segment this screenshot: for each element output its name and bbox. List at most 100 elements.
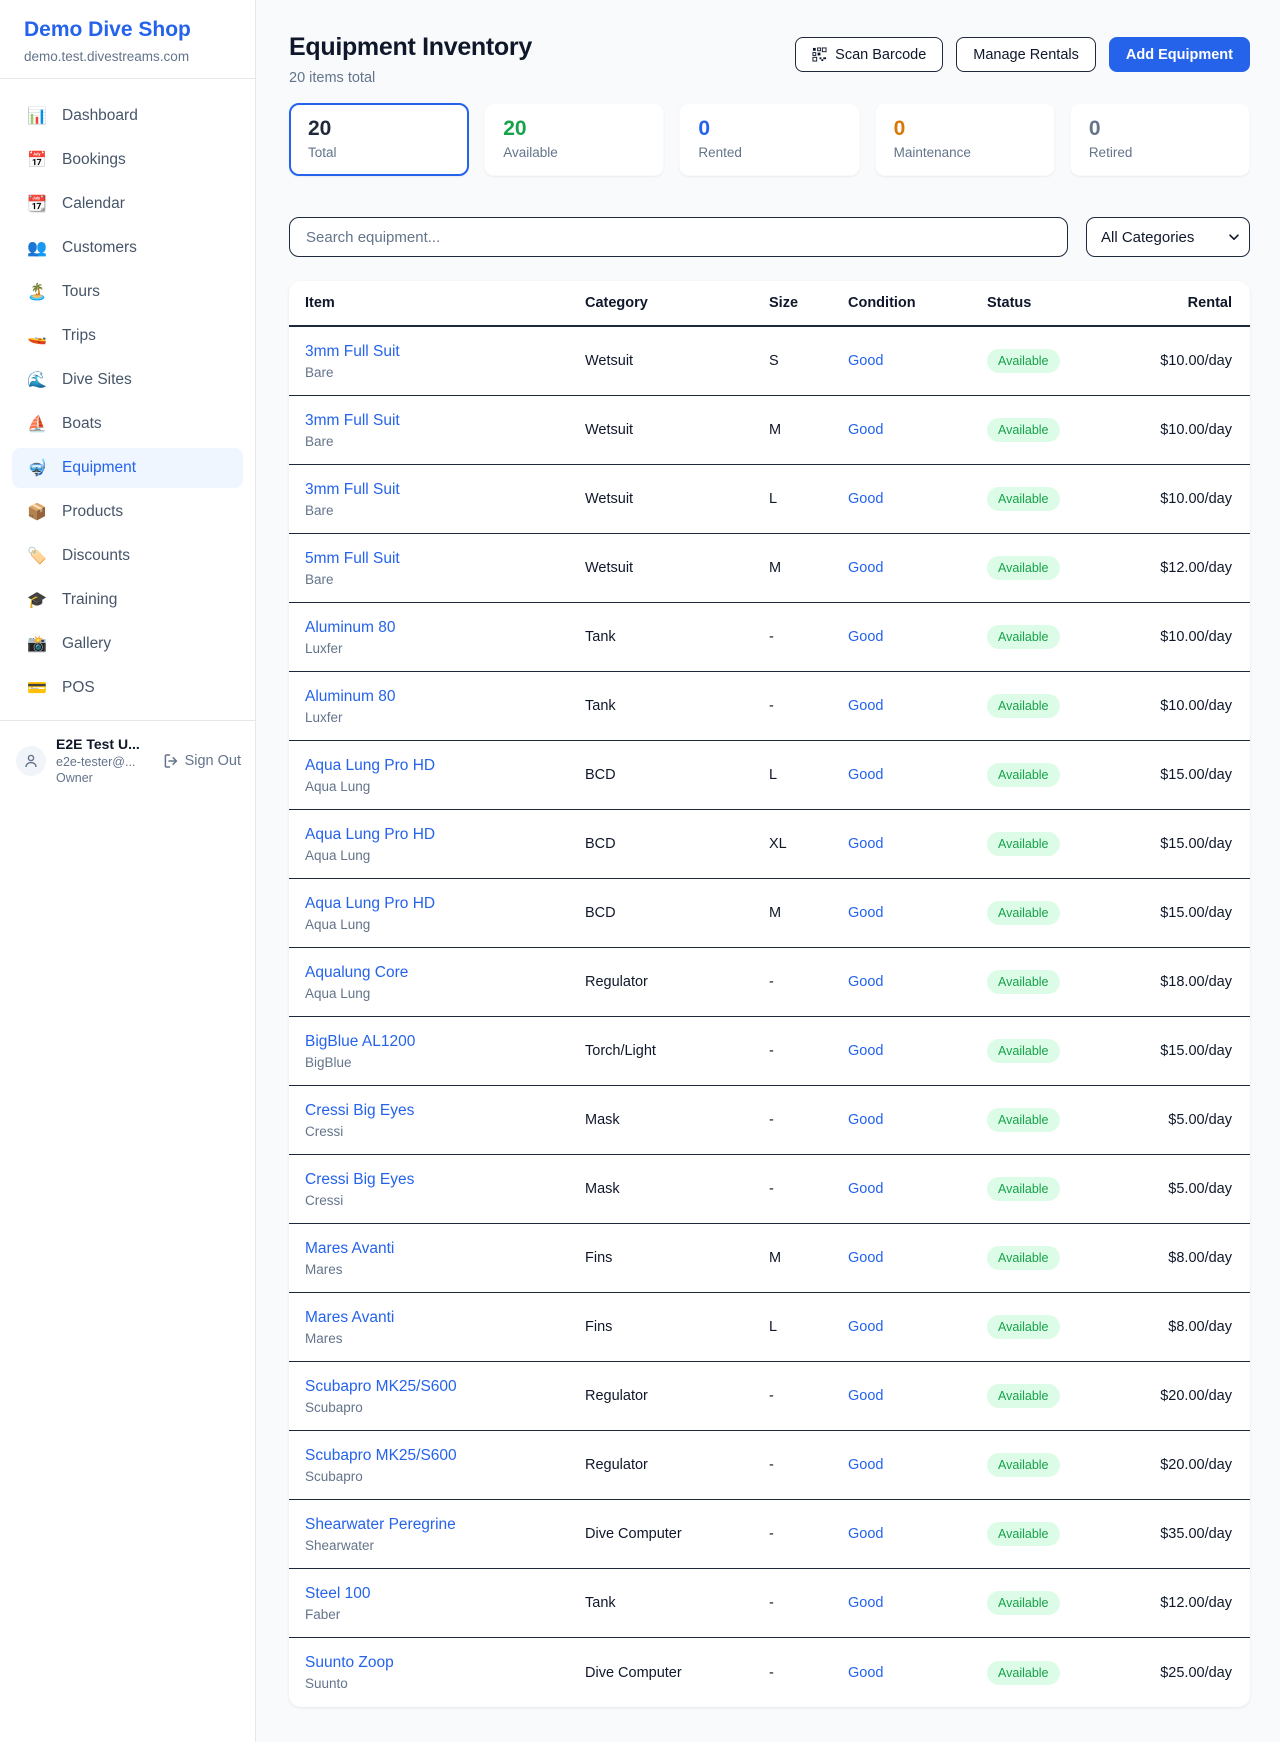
status-cell: Available (987, 1453, 1107, 1477)
title-block: Equipment Inventory 20 items total (289, 33, 532, 86)
item-name-link[interactable]: Suunto Zoop (305, 1654, 585, 1672)
equipment-icon: 🤿 (26, 458, 48, 478)
condition-link[interactable]: Good (848, 422, 987, 438)
item-name-link[interactable]: Shearwater Peregrine (305, 1516, 585, 1534)
condition-link[interactable]: Good (848, 560, 987, 576)
item-name-link[interactable]: 3mm Full Suit (305, 343, 585, 361)
status-cell: Available (987, 1246, 1107, 1270)
sidebar-item-customers[interactable]: 👥 Customers (12, 228, 243, 268)
stat-label: Retired (1089, 145, 1231, 160)
item-name-link[interactable]: Scubapro MK25/S600 (305, 1378, 585, 1396)
rental-cell: $15.00/day (1107, 905, 1232, 921)
category-select[interactable]: All Categories (1086, 217, 1250, 257)
rental-cell: $15.00/day (1107, 767, 1232, 783)
item-name-link[interactable]: Cressi Big Eyes (305, 1102, 585, 1120)
item-name-link[interactable]: Mares Avanti (305, 1309, 585, 1327)
sidebar-item-products[interactable]: 📦 Products (12, 492, 243, 532)
nav-item-label: Dashboard (62, 107, 138, 125)
item-name-link[interactable]: Mares Avanti (305, 1240, 585, 1258)
condition-link[interactable]: Good (848, 1457, 987, 1473)
sidebar-item-training[interactable]: 🎓 Training (12, 580, 243, 620)
item-name-link[interactable]: 3mm Full Suit (305, 481, 585, 499)
condition-link[interactable]: Good (848, 1319, 987, 1335)
item-name-link[interactable]: BigBlue AL1200 (305, 1033, 585, 1051)
sidebar-item-dashboard[interactable]: 📊 Dashboard (12, 96, 243, 136)
item-name-link[interactable]: 3mm Full Suit (305, 412, 585, 430)
manage-rentals-button[interactable]: Manage Rentals (956, 37, 1096, 72)
category-select-wrap: All Categories (1086, 217, 1250, 257)
stat-card-maintenance[interactable]: 0 Maintenance (875, 103, 1055, 176)
item-brand: Aqua Lung (305, 917, 585, 932)
table-row: 3mm Full Suit Bare Wetsuit S Good Availa… (289, 327, 1250, 396)
search-input[interactable] (289, 217, 1068, 257)
sidebar-item-pos[interactable]: 💳 POS (12, 668, 243, 708)
stat-card-retired[interactable]: 0 Retired (1070, 103, 1250, 176)
item-name-link[interactable]: Aqua Lung Pro HD (305, 895, 585, 913)
stat-card-available[interactable]: 20 Available (484, 103, 664, 176)
item-name-link[interactable]: Aluminum 80 (305, 688, 585, 706)
sidebar-item-equipment[interactable]: 🤿 Equipment (12, 448, 243, 488)
condition-link[interactable]: Good (848, 974, 987, 990)
item-name-link[interactable]: Scubapro MK25/S600 (305, 1447, 585, 1465)
item-brand: Aqua Lung (305, 986, 585, 1001)
column-header-rental: Rental (1107, 295, 1232, 311)
size-cell: - (769, 1457, 848, 1473)
category-cell: BCD (585, 836, 769, 852)
size-cell: - (769, 1595, 848, 1611)
sidebar-item-trips[interactable]: 🚤 Trips (12, 316, 243, 356)
add-equipment-button[interactable]: Add Equipment (1109, 37, 1250, 72)
discounts-icon: 🏷️ (26, 546, 48, 566)
sidebar-item-tours[interactable]: 🏝️ Tours (12, 272, 243, 312)
rental-cell: $20.00/day (1107, 1388, 1232, 1404)
item-brand: Luxfer (305, 641, 585, 656)
sidebar-item-gallery[interactable]: 📸 Gallery (12, 624, 243, 664)
user-info: E2E Test U... e2e-tester@... Owner (56, 736, 153, 787)
status-cell: Available (987, 487, 1107, 511)
status-cell: Available (987, 763, 1107, 787)
item-name-link[interactable]: 5mm Full Suit (305, 550, 585, 568)
condition-link[interactable]: Good (848, 905, 987, 921)
condition-link[interactable]: Good (848, 1388, 987, 1404)
condition-link[interactable]: Good (848, 1250, 987, 1266)
nav-item-label: Discounts (62, 547, 130, 565)
condition-link[interactable]: Good (848, 629, 987, 645)
sidebar: Demo Dive Shop demo.test.divestreams.com… (0, 0, 256, 1742)
condition-link[interactable]: Good (848, 698, 987, 714)
condition-link[interactable]: Good (848, 1595, 987, 1611)
item-brand: Cressi (305, 1193, 585, 1208)
item-name-link[interactable]: Cressi Big Eyes (305, 1171, 585, 1189)
stat-card-rented[interactable]: 0 Rented (679, 103, 859, 176)
sidebar-item-calendar[interactable]: 📆 Calendar (12, 184, 243, 224)
status-badge: Available (987, 1039, 1060, 1063)
condition-link[interactable]: Good (848, 1665, 987, 1681)
item-brand: Faber (305, 1607, 585, 1622)
sidebar-item-discounts[interactable]: 🏷️ Discounts (12, 536, 243, 576)
condition-link[interactable]: Good (848, 1181, 987, 1197)
nav-item-label: Customers (62, 239, 137, 257)
condition-link[interactable]: Good (848, 1043, 987, 1059)
size-cell: - (769, 1665, 848, 1681)
condition-link[interactable]: Good (848, 836, 987, 852)
sidebar-item-dive-sites[interactable]: 🌊 Dive Sites (12, 360, 243, 400)
item-name-link[interactable]: Steel 100 (305, 1585, 585, 1603)
item-name-link[interactable]: Aluminum 80 (305, 619, 585, 637)
category-cell: Wetsuit (585, 560, 769, 576)
item-name-link[interactable]: Aqua Lung Pro HD (305, 826, 585, 844)
stat-card-total[interactable]: 20 Total (289, 103, 469, 176)
rental-cell: $5.00/day (1107, 1112, 1232, 1128)
scan-barcode-button[interactable]: Scan Barcode (795, 37, 943, 72)
condition-link[interactable]: Good (848, 1112, 987, 1128)
brand-domain: demo.test.divestreams.com (24, 49, 231, 64)
sidebar-item-boats[interactable]: ⛵ Boats (12, 404, 243, 444)
item-name-link[interactable]: Aqualung Core (305, 964, 585, 982)
sign-out-button[interactable]: Sign Out (163, 753, 241, 769)
gallery-icon: 📸 (26, 634, 48, 654)
rental-cell: $10.00/day (1107, 491, 1232, 507)
condition-link[interactable]: Good (848, 491, 987, 507)
item-name-link[interactable]: Aqua Lung Pro HD (305, 757, 585, 775)
condition-link[interactable]: Good (848, 353, 987, 369)
condition-link[interactable]: Good (848, 767, 987, 783)
sidebar-item-bookings[interactable]: 📅 Bookings (12, 140, 243, 180)
condition-link[interactable]: Good (848, 1526, 987, 1542)
brand-name[interactable]: Demo Dive Shop (24, 18, 231, 42)
